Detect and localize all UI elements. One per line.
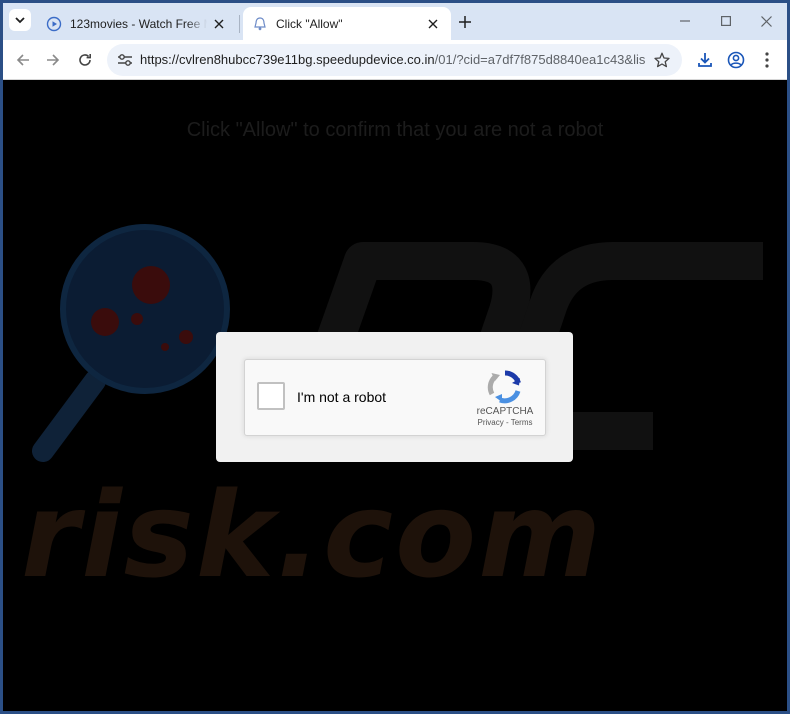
account-circle-icon bbox=[727, 51, 745, 69]
forward-button[interactable] bbox=[41, 48, 65, 72]
tab-title: Click "Allow" bbox=[276, 16, 343, 31]
arrow-left-icon bbox=[16, 54, 29, 66]
maximize-icon bbox=[721, 16, 731, 26]
arrow-right-icon bbox=[47, 54, 60, 66]
close-icon[interactable] bbox=[211, 16, 227, 32]
url-text[interactable]: https://cvlren8hubcc739e11bg.speedupdevi… bbox=[140, 52, 645, 67]
address-bar[interactable]: https://cvlren8hubcc739e11bg.speedupdevi… bbox=[107, 44, 682, 76]
watermark-text: risk.com bbox=[21, 466, 604, 604]
terms-link[interactable]: Terms bbox=[511, 418, 533, 427]
close-window-button[interactable] bbox=[751, 10, 781, 32]
magnifier-logo bbox=[32, 224, 230, 462]
browser-toolbar: https://cvlren8hubcc739e11bg.speedupdevi… bbox=[3, 40, 787, 80]
download-icon bbox=[698, 53, 712, 67]
recaptcha-checkbox[interactable] bbox=[257, 382, 285, 410]
recaptcha-links: Privacy - Terms bbox=[467, 418, 543, 427]
url-host: https://cvlren8hubcc739e11bg.speedupdevi… bbox=[140, 52, 435, 67]
close-icon bbox=[760, 15, 772, 27]
minimize-button[interactable] bbox=[670, 10, 700, 32]
url-path: /01/?cid=a7df7f875d8840ea1c43&list=7... bbox=[434, 52, 645, 67]
reload-button[interactable] bbox=[73, 48, 97, 72]
tab-search-button[interactable] bbox=[9, 9, 31, 31]
site-info-button[interactable] bbox=[115, 50, 135, 70]
tab-separator bbox=[239, 15, 240, 33]
privacy-link[interactable]: Privacy bbox=[478, 418, 504, 427]
plus-icon bbox=[459, 16, 471, 28]
downloads-button[interactable] bbox=[693, 48, 717, 72]
star-icon bbox=[654, 52, 670, 68]
captcha-card: I'm not a robot reCAPTCHA Privacy - Term… bbox=[216, 332, 573, 462]
page-content: risk.com Click "Allow" to confirm that y… bbox=[3, 81, 787, 711]
profile-button[interactable] bbox=[724, 48, 748, 72]
more-vert-icon bbox=[765, 52, 769, 68]
tune-icon bbox=[118, 54, 132, 66]
page-headline: Click "Allow" to confirm that you are no… bbox=[186, 119, 604, 141]
chevron-down-icon bbox=[15, 16, 25, 23]
bookmark-button[interactable] bbox=[652, 50, 672, 70]
maximize-button[interactable] bbox=[711, 10, 741, 32]
recaptcha-widget: I'm not a robot reCAPTCHA Privacy - Term… bbox=[244, 359, 546, 436]
recaptcha-label: I'm not a robot bbox=[297, 389, 387, 405]
tab-click-allow[interactable]: Click "Allow" bbox=[243, 7, 451, 40]
play-circle-icon bbox=[46, 16, 62, 31]
tab-123movies[interactable]: 123movies - Watch Free Movies bbox=[37, 7, 237, 40]
tab-title: 123movies - Watch Free Movies bbox=[70, 16, 207, 31]
tab-strip: 123movies - Watch Free Movies Click "All… bbox=[3, 3, 787, 40]
close-icon[interactable] bbox=[425, 16, 441, 32]
minimize-icon bbox=[680, 20, 690, 22]
back-button[interactable] bbox=[11, 48, 35, 72]
menu-button[interactable] bbox=[755, 48, 779, 72]
links-separator: - bbox=[503, 418, 511, 427]
recaptcha-brand: reCAPTCHA bbox=[476, 406, 534, 417]
new-tab-button[interactable] bbox=[455, 12, 475, 32]
reload-icon bbox=[79, 54, 91, 66]
bell-globe-icon bbox=[254, 16, 266, 30]
browser-window: 123movies - Watch Free Movies Click "All… bbox=[3, 3, 787, 711]
recaptcha-logo-icon bbox=[487, 370, 521, 404]
